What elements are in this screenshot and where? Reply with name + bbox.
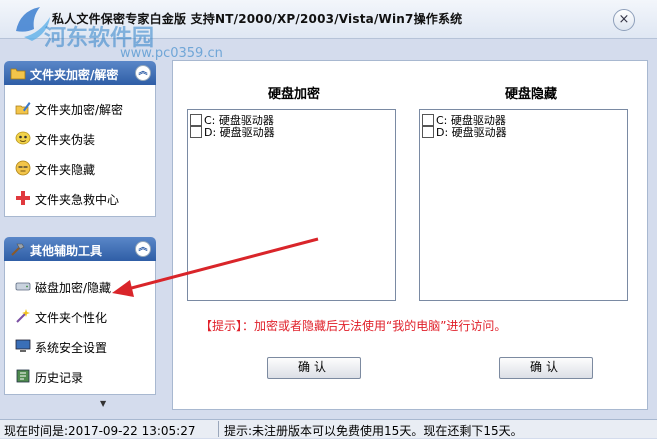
sidebar-item-label: 历史记录 [35, 371, 84, 385]
double-chevron-up-icon[interactable]: ︽ [135, 241, 151, 257]
folder-pen-icon [15, 102, 31, 115]
status-divider [218, 421, 219, 437]
sidebar-item-label: 文件夹急救中心 [35, 193, 120, 207]
hide-section-title: 硬盘隐藏 [505, 87, 558, 102]
panel-title: 其他辅助工具 [30, 244, 103, 258]
hammer-icon [11, 243, 25, 256]
drive-checkbox[interactable] [190, 126, 202, 138]
drive-checkbox[interactable] [422, 114, 434, 126]
sidebar-item-label: 磁盘加密/隐藏 [35, 281, 112, 295]
panel-folder-encrypt-header[interactable]: 文件夹加密/解密 ︽ [4, 61, 156, 85]
hidden-face-icon [15, 160, 31, 176]
panel-title: 文件夹加密/解密 [30, 68, 119, 82]
panel-other-tools-header[interactable]: 其他辅助工具 ︽ [4, 237, 156, 261]
sidebar-item-label: 文件夹加密/解密 [35, 103, 124, 117]
sidebar-item-label: 文件夹伪装 [35, 133, 96, 147]
disk-icon [15, 282, 31, 291]
history-icon [16, 369, 30, 383]
monitor-icon [15, 339, 31, 352]
drive-checkbox[interactable] [190, 114, 202, 126]
magic-wand-icon [16, 309, 30, 323]
mask-icon [15, 131, 31, 145]
panel-other-tools-body: 磁盘加密/隐藏 文件夹个性化 系统安全设置 历史记录 [4, 261, 156, 395]
watermark-url: www.pc0359.cn [120, 46, 223, 61]
red-cross-icon [16, 191, 30, 205]
status-time: 现在时间是:2017-09-22 13:05:27 [4, 424, 196, 438]
panel-folder-encrypt-body: 文件夹加密/解密 文件夹伪装 文件夹隐藏 文件夹急救中心 [4, 85, 156, 217]
sidebar-item-label: 系统安全设置 [35, 341, 108, 355]
title-bar: 私人文件保密专家白金版 支持NT/2000/XP/2003/Vista/Win7… [0, 0, 657, 51]
double-chevron-up-icon[interactable]: ︽ [135, 65, 151, 81]
tip-text: 【提示】：加密或者隐藏后无法使用“我的电脑”进行访问。 [200, 319, 507, 333]
sidebar-item-label: 文件夹个性化 [35, 311, 108, 325]
sidebar-item-label: 文件夹隐藏 [35, 163, 96, 177]
encrypt-section-title: 硬盘加密 [268, 87, 321, 102]
drive-checkbox[interactable] [422, 126, 434, 138]
status-message: 提示:未注册版本可以免费使用15天。现在还剩下15天。 [224, 424, 523, 438]
encrypt-drive-list[interactable]: C: 硬盘驱动器 D: 硬盘驱动器 [187, 109, 396, 301]
folder-icon [10, 68, 26, 80]
encrypt-confirm-button[interactable]: 确认 [267, 357, 361, 379]
drive-label: D: 硬盘驱动器 [204, 126, 275, 139]
drive-label: D: 硬盘驱动器 [436, 126, 507, 139]
status-bar: 现在时间是:2017-09-22 13:05:27 提示:未注册版本可以免费使用… [0, 419, 657, 438]
hide-drive-list[interactable]: C: 硬盘驱动器 D: 硬盘驱动器 [419, 109, 628, 301]
scroll-down-icon[interactable]: ▼ [100, 399, 106, 408]
close-button[interactable]: × [613, 9, 635, 31]
hide-confirm-button[interactable]: 确认 [499, 357, 593, 379]
